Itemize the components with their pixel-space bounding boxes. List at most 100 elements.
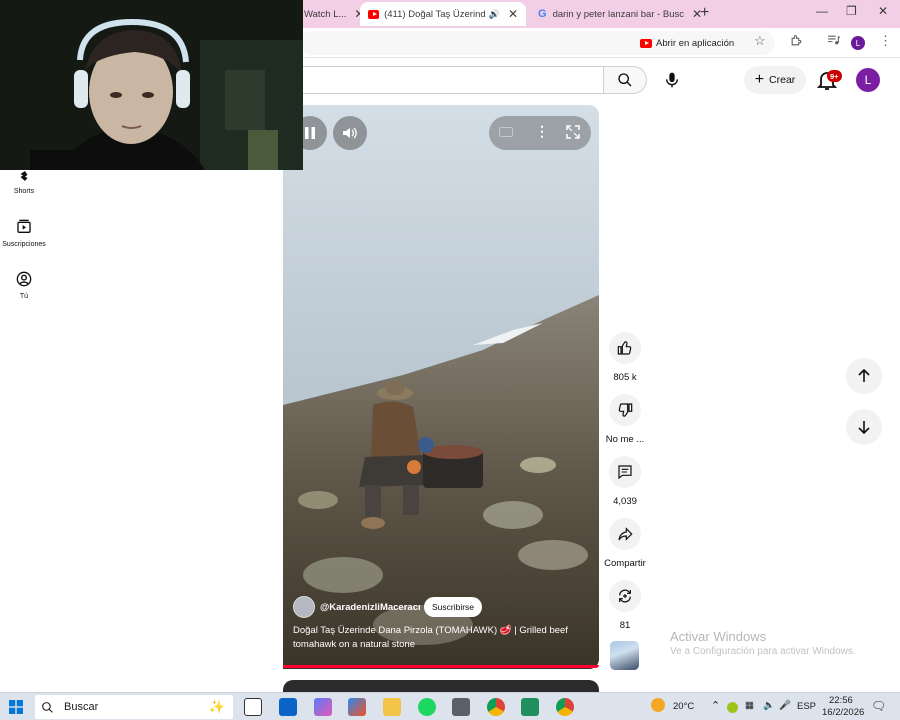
screen: Watch L... ✕ (411) Doğal Taş Üzerinde D …	[0, 0, 900, 720]
volume-icon	[343, 127, 357, 139]
extensions-icon[interactable]	[790, 34, 803, 50]
close-window-icon[interactable]: ✕	[878, 4, 888, 18]
app-icon[interactable]	[521, 698, 539, 716]
search-icon	[42, 701, 53, 713]
browser-profile-avatar[interactable]: L	[851, 36, 865, 50]
microsoft-store-icon[interactable]	[348, 698, 366, 716]
short-title[interactable]: Doğal Taş Üzerinde Dana Pirzola (TOMAHAW…	[293, 624, 588, 652]
copilot-icon[interactable]	[314, 698, 332, 716]
share-label: Compartir	[604, 558, 646, 569]
comments-button[interactable]	[609, 456, 641, 488]
share-action: Compartir	[597, 518, 653, 569]
spotify-icon[interactable]	[418, 698, 436, 716]
shorts-icon	[20, 171, 28, 181]
close-icon[interactable]: ✕	[508, 7, 518, 21]
volume-button[interactable]	[333, 116, 367, 150]
dislike-action: No me ...	[597, 394, 653, 445]
tray-app-icon[interactable]	[727, 702, 738, 713]
browser-menu-icon[interactable]: ⋮	[879, 33, 892, 49]
subscribe-button[interactable]: Suscribirse	[424, 597, 483, 617]
remix-icon	[619, 589, 631, 603]
speaker-icon[interactable]: 🔊	[489, 9, 500, 20]
new-tab-icon[interactable]: +	[700, 4, 709, 22]
sidebar-item-label: Suscripciones	[2, 241, 46, 248]
search-icon	[618, 73, 632, 87]
weather-temperature[interactable]: 20°C	[673, 701, 694, 712]
remix-action: 81	[597, 580, 653, 631]
voice-search-button[interactable]	[657, 65, 687, 95]
speaker-icon[interactable]: 🔈	[763, 700, 775, 711]
tab-label: darin y peter lanzani bar - Busc	[552, 8, 685, 20]
like-button[interactable]	[609, 332, 641, 364]
notification-center-icon[interactable]: 🗨	[871, 699, 886, 713]
comment-count: 4,039	[613, 496, 637, 507]
taskbar-search-box[interactable]: Buscar ✨	[35, 695, 233, 719]
open-in-app-label: Abrir en aplicación	[656, 37, 735, 49]
thumbs-up-icon	[617, 341, 632, 355]
taskbar-search-label: Buscar	[64, 701, 99, 713]
subscriptions-icon	[17, 219, 31, 233]
windows-start-icon[interactable]	[9, 700, 23, 714]
open-in-app-button[interactable]: Abrir en aplicación	[640, 34, 734, 52]
audio-source-thumbnail[interactable]	[610, 641, 639, 670]
microphone-icon	[666, 72, 678, 88]
chevron-up-icon[interactable]: ⌃	[711, 699, 720, 712]
search-input[interactable]	[300, 66, 603, 94]
clock-date[interactable]: 16/2/2026	[822, 707, 864, 718]
captions-icon[interactable]	[499, 127, 513, 137]
arrow-down-icon	[858, 421, 870, 434]
sidebar-item-label: Tú	[19, 293, 29, 300]
share-button[interactable]	[609, 518, 641, 550]
fullscreen-icon[interactable]	[566, 125, 580, 144]
dislike-button[interactable]	[609, 394, 641, 426]
create-button[interactable]: + Crear	[744, 66, 806, 94]
activate-windows-subtitle: Ve a Configuración para activar Windows.	[670, 646, 856, 657]
chrome-icon[interactable]	[487, 698, 505, 716]
previous-short-button[interactable]	[846, 358, 882, 394]
next-short-preview[interactable]	[283, 680, 599, 692]
channel-avatar[interactable]	[293, 596, 315, 618]
remix-count: 81	[619, 620, 631, 631]
more-options-icon[interactable]: ⋮	[535, 123, 549, 140]
webcam-overlay	[0, 0, 303, 170]
chrome-profile-icon[interactable]	[556, 698, 574, 716]
weather-moon-icon	[651, 698, 665, 712]
sidebar-item-you[interactable]: Tú	[0, 271, 48, 300]
clock-time[interactable]: 22:56	[829, 695, 853, 706]
you-icon	[16, 271, 32, 287]
video-progress-bar[interactable]	[283, 665, 599, 668]
arrow-up-icon	[858, 369, 870, 382]
like-action: 805 k	[597, 332, 653, 383]
sidebar-item-shorts[interactable]: Shorts	[0, 170, 48, 195]
bookmark-star-icon[interactable]: ☆	[754, 33, 766, 49]
notification-count-badge: 9+	[827, 70, 842, 82]
search-button[interactable]	[603, 66, 647, 94]
tab-youtube-short[interactable]: (411) Doğal Taş Üzerinde D 🔊 ✕	[360, 2, 526, 26]
microphone-icon[interactable]: 🎤	[779, 700, 791, 711]
tab-google-search[interactable]: G darin y peter lanzani bar - Busc ✕	[530, 2, 710, 26]
share-icon	[618, 527, 633, 541]
task-view-icon[interactable]	[244, 698, 262, 716]
account-avatar[interactable]: L	[856, 68, 880, 92]
plus-icon: +	[754, 71, 765, 88]
sidebar-item-label: Shorts	[13, 188, 35, 195]
minimize-icon[interactable]: —	[816, 4, 828, 18]
short-video-player[interactable]	[283, 105, 599, 669]
remix-button[interactable]	[609, 580, 641, 612]
sidebar-item-subscriptions[interactable]: Suscripciones	[0, 219, 48, 248]
media-control-icon[interactable]	[827, 34, 841, 49]
calculator-icon[interactable]	[452, 698, 470, 716]
next-short-button[interactable]	[846, 409, 882, 445]
network-icon[interactable]: ▦	[745, 700, 754, 711]
restore-icon[interactable]: ❐	[846, 4, 857, 18]
video-frame	[283, 105, 599, 669]
input-language[interactable]: ESP	[797, 701, 816, 712]
file-explorer-icon[interactable]	[383, 698, 401, 716]
tab-label: (411) Doğal Taş Üzerinde D	[384, 8, 486, 20]
like-count: 805 k	[613, 372, 637, 383]
channel-row: @KaradenizliMaceracı Suscribirse	[293, 596, 483, 618]
thumbs-down-icon	[618, 403, 633, 417]
sparkle-icon: ✨	[208, 699, 225, 714]
outlook-icon[interactable]	[279, 698, 297, 716]
channel-name[interactable]: @KaradenizliMaceracı	[320, 602, 420, 613]
